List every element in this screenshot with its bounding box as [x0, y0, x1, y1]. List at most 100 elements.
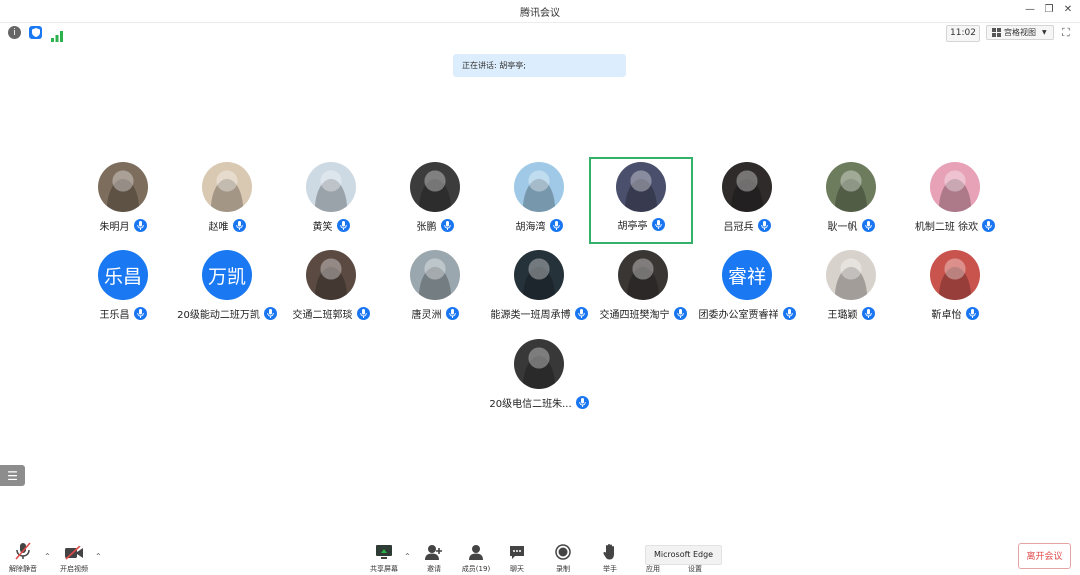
participant-tile[interactable]: 唐灵洲 [383, 250, 487, 336]
avatar [306, 162, 356, 212]
mic-icon [445, 307, 459, 320]
participant-tile[interactable]: 王璐颖 [799, 250, 903, 336]
participant-name: 交通四班樊淘宁 [599, 310, 670, 321]
share-options-caret[interactable]: ⌃ [404, 552, 411, 561]
participant-name-row: 20级电信二班朱... [467, 395, 611, 410]
avatar: 乐昌 [98, 250, 148, 300]
record-icon [543, 542, 583, 560]
camera-off-icon [54, 542, 94, 560]
invite-button[interactable]: 邀请 [414, 542, 454, 574]
mic-icon [133, 307, 147, 320]
participant-name: 吕冠兵 [723, 222, 754, 233]
participant-name: 交通二班郭琰 [292, 310, 353, 321]
mic-icon [757, 219, 771, 232]
participant-tile[interactable]: 耿一帆 [799, 162, 903, 248]
chevron-down-icon: ▼ [1042, 29, 1047, 36]
participant-name: 20级电信二班朱... [489, 399, 572, 410]
chat-button[interactable]: 聊天 [497, 542, 537, 574]
info-icon[interactable]: i [8, 26, 21, 39]
share-screen-button[interactable]: 共享屏幕 [364, 542, 404, 574]
close-icon[interactable]: ✕ [1060, 4, 1076, 15]
participant-tile[interactable]: 乐昌 王乐昌 [71, 250, 175, 336]
start-video-label: 开启视频 [60, 565, 88, 573]
participant-tile[interactable]: 机制二班 徐欢 [903, 162, 1007, 248]
mic-icon [861, 307, 875, 320]
participant-tile[interactable]: 胡海湾 [487, 162, 591, 248]
members-icon [456, 542, 496, 560]
mic-icon [232, 219, 246, 232]
avatar: 万凯 [202, 250, 252, 300]
participant-tile[interactable]: 20级电信二班朱... [487, 339, 591, 425]
avatar [514, 339, 564, 389]
participant-tile[interactable]: 能源类一班周承博 [487, 250, 591, 336]
participant-name: 王璐颖 [827, 310, 858, 321]
participant-tile[interactable]: 朱明月 [71, 162, 175, 248]
apps-label: 应用 [646, 565, 660, 573]
unmute-button[interactable]: 解除静音 [3, 542, 43, 574]
meeting-toolbar: i 11:02 宫格视图 ▼ ⛶ [0, 23, 1080, 43]
restore-icon[interactable]: ❐ [1041, 4, 1057, 15]
settings-label: 设置 [688, 565, 702, 573]
participant-tile[interactable]: 吕冠兵 [695, 162, 799, 248]
fullscreen-icon[interactable]: ⛶ [1062, 26, 1070, 40]
avatar [826, 250, 876, 300]
audio-options-caret[interactable]: ⌃ [44, 552, 51, 561]
start-video-button[interactable]: 开启视频 [54, 542, 94, 574]
mic-icon [575, 396, 589, 409]
participant-name: 胡亭亭 [617, 221, 648, 232]
participant-name: 机制二班 徐欢 [914, 222, 979, 233]
taskbar-tooltip: Microsoft Edge [645, 545, 723, 565]
invite-label: 邀请 [427, 565, 441, 573]
mic-icon [336, 219, 350, 232]
screen-share-icon [364, 542, 404, 560]
list-toggle-icon[interactable]: ☰ [0, 465, 25, 486]
chat-icon [497, 542, 537, 560]
shield-icon[interactable] [29, 26, 42, 39]
bottom-control-bar: 解除静音 ⌃ 开启视频 ⌃ 共享屏幕 ⌃ 邀请 成员(19) 聊天 录制 举手 … [0, 536, 1080, 575]
minimize-icon[interactable]: — [1022, 4, 1038, 15]
avatar [202, 162, 252, 212]
participant-name: 黄笑 [312, 222, 333, 233]
participant-name: 赵唯 [208, 222, 229, 233]
mic-icon [651, 218, 665, 231]
avatar [930, 250, 980, 300]
mic-icon [965, 307, 979, 320]
share-screen-label: 共享屏幕 [370, 565, 398, 573]
record-button[interactable]: 录制 [543, 542, 583, 574]
participant-name-row: 靳卓怡 [883, 306, 1027, 321]
leave-meeting-button[interactable]: 离开会议 [1018, 543, 1071, 569]
participant-tile[interactable]: 黄笑 [279, 162, 383, 248]
view-mode-dropdown[interactable]: 宫格视图 ▼ [986, 25, 1054, 40]
speaking-banner: 正在讲话: 胡亭亭; [453, 54, 626, 77]
participant-tile[interactable]: 交通四班樊淘宁 [591, 250, 695, 336]
avatar [410, 250, 460, 300]
participant-tile[interactable]: 交通二班郭琰 [279, 250, 383, 336]
mic-muted-icon [3, 542, 43, 560]
grid-icon [992, 28, 1001, 37]
participant-name-row: 机制二班 徐欢 [883, 218, 1027, 233]
participant-name: 耿一帆 [827, 222, 858, 233]
members-button[interactable]: 成员(19) [456, 542, 496, 574]
record-label: 录制 [556, 565, 570, 573]
raise-hand-button[interactable]: 举手 [590, 542, 630, 574]
avatar: 睿祥 [722, 250, 772, 300]
signal-icon[interactable] [51, 27, 63, 42]
participant-name: 靳卓怡 [931, 310, 962, 321]
hand-icon [590, 542, 630, 560]
unmute-label: 解除静音 [9, 565, 37, 573]
participant-tile[interactable]: 赵唯 [175, 162, 279, 248]
mic-icon [440, 219, 454, 232]
participant-tile[interactable]: 万凯 20级能动二班万凯 [175, 250, 279, 336]
members-label: 成员(19) [461, 565, 491, 573]
avatar [722, 162, 772, 212]
video-options-caret[interactable]: ⌃ [95, 552, 102, 561]
avatar [618, 250, 668, 300]
participant-tile[interactable]: 睿祥 团委办公室贾睿祥 [695, 250, 799, 336]
participant-tile[interactable]: 靳卓怡 [903, 250, 1007, 336]
participant-tile[interactable]: 张鹏 [383, 162, 487, 248]
mic-icon [982, 219, 996, 232]
participant-name: 胡海湾 [515, 222, 546, 233]
avatar [514, 250, 564, 300]
meeting-clock: 11:02 [946, 25, 980, 42]
participant-name: 20级能动二班万凯 [177, 310, 260, 321]
